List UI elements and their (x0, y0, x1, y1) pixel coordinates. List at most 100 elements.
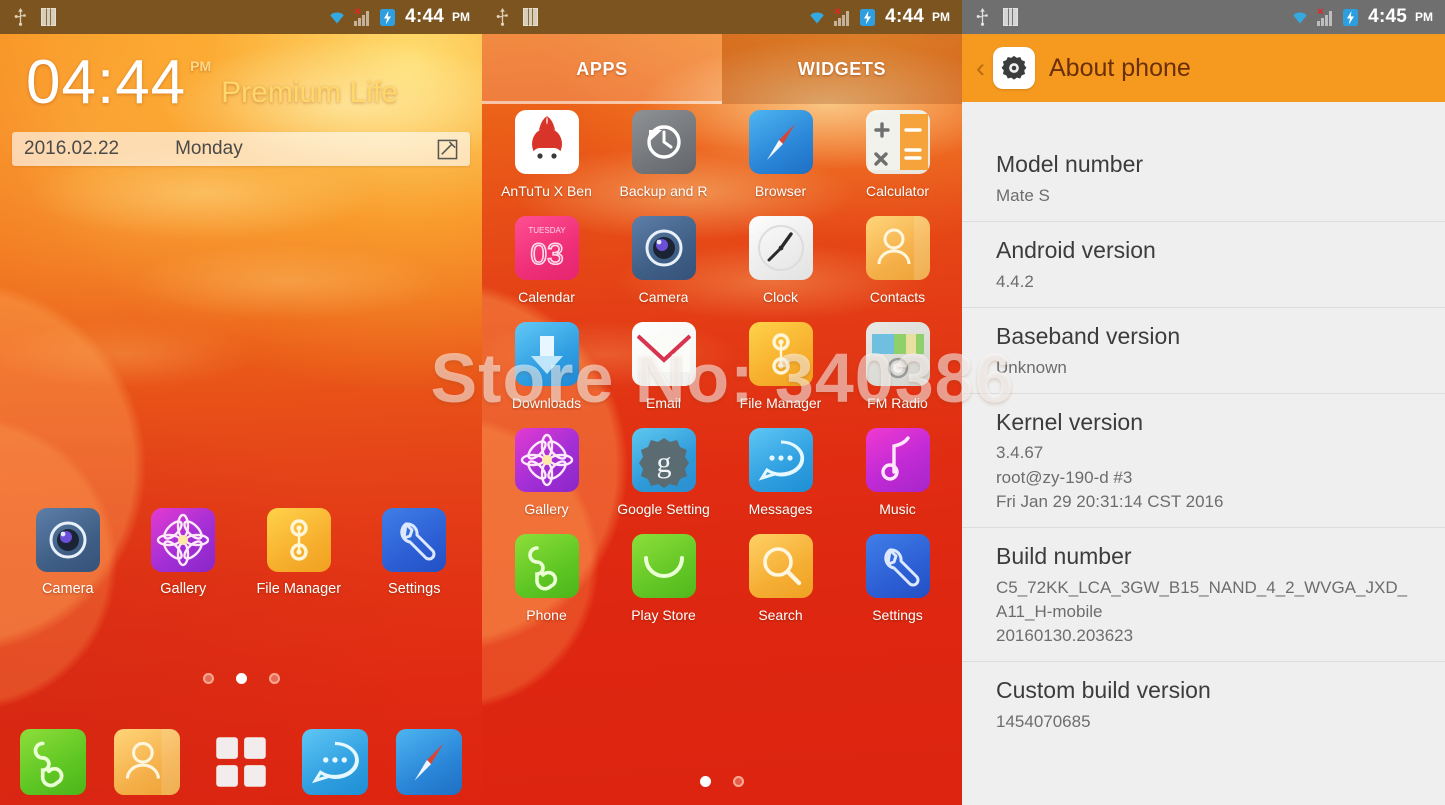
status-left-icons (496, 8, 538, 26)
drawer-app-fm-radio[interactable]: FM Radio (839, 322, 956, 411)
about-body: ‹ About phone Model number Mate S Androi… (962, 34, 1445, 805)
page-dot-active[interactable] (700, 776, 711, 787)
about-row-kernel-version[interactable]: Kernel version 3.4.67 root@zy-190-d #3 F… (962, 392, 1445, 527)
drawer-app-messages[interactable]: Messages (722, 428, 839, 517)
signal-no-service-icon: × (1317, 6, 1335, 26)
settings-wrench-icon (382, 508, 447, 572)
drawer-app-downloads[interactable]: Downloads (488, 322, 605, 411)
drawer-app-clock[interactable]: Clock (722, 216, 839, 305)
back-chevron-icon[interactable]: ‹ (976, 54, 985, 82)
settings-wrench-icon (865, 534, 930, 598)
wifi-icon (810, 12, 824, 24)
app-label: Calculator (865, 183, 930, 199)
page-dot[interactable] (733, 776, 744, 787)
app-label: Camera (638, 289, 689, 305)
downloads-arrow-icon (514, 322, 579, 386)
status-right-icons: × 4:45 PM (1290, 6, 1433, 28)
settings-gear-icon[interactable] (993, 47, 1035, 89)
google-settings-icon: g (631, 428, 696, 492)
home-wallpaper (0, 0, 482, 805)
battery-charging-icon (860, 8, 876, 26)
app-label: Google Setting (617, 501, 710, 517)
home-app-settings[interactable]: Settings (357, 508, 473, 597)
music-note-icon (865, 428, 930, 492)
drawer-app-music[interactable]: Music (839, 428, 956, 517)
svg-text:g: g (656, 446, 671, 479)
contacts-person-icon[interactable] (114, 729, 180, 795)
calculator-icon (865, 110, 930, 174)
app-label: Backup and R (619, 183, 708, 199)
date-widget[interactable]: 2016.02.22 Monday (12, 132, 470, 166)
usb-icon (976, 8, 988, 26)
drawer-app-settings[interactable]: Settings (839, 534, 956, 623)
calendar-icon: TUESDAY 03 (514, 216, 579, 280)
row-key: Kernel version (996, 408, 1144, 435)
drawer-app-email[interactable]: Email (605, 322, 722, 411)
email-envelope-icon (631, 322, 696, 386)
home-app-file-manager[interactable]: File Manager (241, 508, 357, 597)
page-dot[interactable] (202, 673, 214, 684)
app-label: Play Store (631, 607, 696, 623)
about-row-build-number[interactable]: Build number C5_72KK_LCA_3GW_B15_NAND_4_… (962, 526, 1445, 661)
drawer-app-file-manager[interactable]: File Manager (722, 322, 839, 411)
about-row-baseband-version[interactable]: Baseband version Unknown (962, 306, 1445, 393)
browser-compass-icon[interactable] (396, 729, 462, 795)
drawer-app-search[interactable]: Search (722, 534, 839, 623)
row-value: Unknown (996, 357, 1067, 377)
signal-no-service-icon: × (834, 6, 852, 26)
about-row-model-number[interactable]: Model number Mate S (962, 136, 1445, 221)
status-bar-ampm: PM (932, 10, 950, 24)
app-label: Clock (762, 289, 798, 305)
app-label: File Manager (739, 395, 822, 411)
drawer-app-browser[interactable]: Browser (722, 110, 839, 199)
page-dot-active[interactable] (235, 673, 247, 684)
battery-charging-icon (380, 8, 396, 26)
clock-analog-icon (748, 216, 813, 280)
drawer-app-camera[interactable]: Camera (605, 216, 722, 305)
drawer-app-contacts[interactable]: Contacts (839, 216, 956, 305)
lockscreen-clock-widget[interactable]: 04:44 PM Premium Life (0, 34, 482, 114)
drawer-app-gallery[interactable]: Gallery (488, 428, 605, 517)
drawer-app-calculator[interactable]: Calculator (839, 110, 956, 199)
about-row-android-version[interactable]: Android version 4.4.2 (962, 220, 1445, 307)
drawer-app-antutu[interactable]: AnTuTu X Ben (488, 110, 605, 199)
row-value: 4.4.2 (996, 271, 1034, 291)
phone-handset-icon (514, 534, 579, 598)
drawer-app-google-settings[interactable]: g Google Setting (605, 428, 722, 517)
home-app-camera[interactable]: Camera (10, 508, 126, 597)
search-magnifier-icon (748, 534, 813, 598)
tab-apps[interactable]: APPS (482, 34, 722, 104)
gallery-flower-icon (151, 508, 216, 572)
sim-card-icon (41, 8, 56, 26)
sim-card-icon (523, 8, 538, 26)
messages-bubble-icon[interactable] (302, 729, 368, 795)
svg-text:03: 03 (530, 238, 563, 271)
status-bar-time: 4:44 (405, 6, 444, 27)
phone-handset-icon[interactable] (20, 729, 86, 795)
home-app-gallery[interactable]: Gallery (126, 508, 242, 597)
drawer-app-calendar[interactable]: TUESDAY 03 Calendar (488, 216, 605, 305)
status-right-icons: × 4:44 PM (327, 6, 470, 28)
drawer-app-play-store[interactable]: Play Store (605, 534, 722, 623)
home-app-grid: Camera Gallery File Manager Settings (0, 508, 482, 597)
app-drawer-grid-icon[interactable] (208, 729, 274, 795)
signal-no-service-icon: × (354, 6, 372, 26)
drawer-app-backup[interactable]: Backup and R (605, 110, 722, 199)
status-bar-time: 4:44 (885, 6, 924, 27)
page-title: About phone (1049, 53, 1191, 82)
row-key: Android version (996, 236, 1156, 263)
page-dot[interactable] (268, 673, 280, 684)
about-row-custom-build-version[interactable]: Custom build version 1454070685 (962, 660, 1445, 747)
app-label: FM Radio (867, 395, 928, 411)
drawer-app-phone[interactable]: Phone (488, 534, 605, 623)
antutu-icon (514, 110, 579, 174)
tab-widgets[interactable]: WIDGETS (722, 34, 962, 104)
row-value: 3.4.67 root@zy-190-d #3 Fri Jan 29 20:31… (996, 443, 1224, 511)
home-page-indicator (0, 673, 482, 684)
gallery-flower-icon (514, 428, 579, 492)
app-label: AnTuTu X Ben (501, 183, 592, 199)
sim-card-icon (1003, 8, 1018, 26)
camera-icon (35, 508, 100, 572)
play-store-icon (631, 534, 696, 598)
edit-note-icon[interactable] (437, 139, 458, 160)
